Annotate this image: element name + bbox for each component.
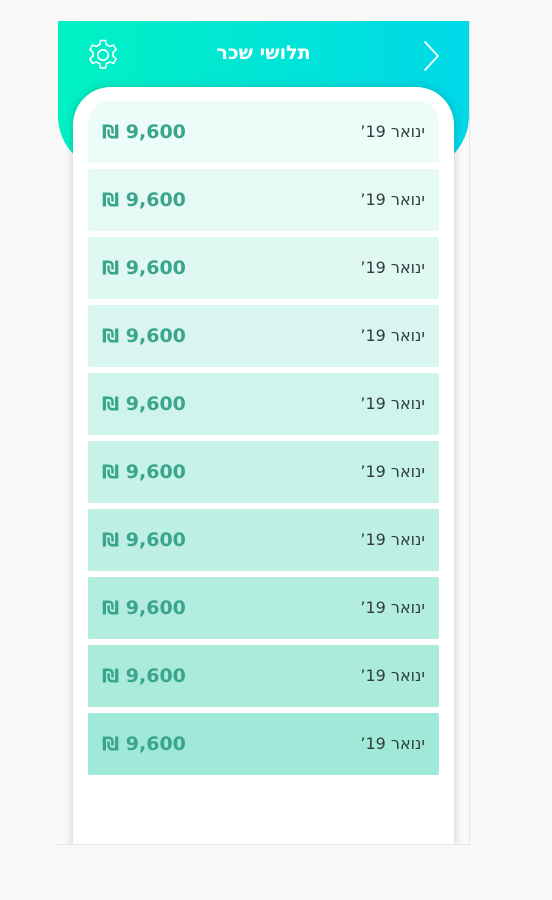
payslip-row[interactable]: ינואר 19’ ₪ 9,600 <box>88 101 439 163</box>
payslip-month: ינואר 19’ <box>360 394 425 413</box>
payslip-month: ינואר 19’ <box>360 666 425 685</box>
payslip-row[interactable]: ינואר 19’ ₪ 9,600 <box>88 169 439 231</box>
page-title: תלושי שכר <box>216 42 311 64</box>
payslip-row[interactable]: ינואר 19’ ₪ 9,600 <box>88 441 439 503</box>
payslip-amount: ₪ 9,600 <box>102 529 186 551</box>
payslip-amount: ₪ 9,600 <box>102 597 186 619</box>
payslip-row[interactable]: ינואר 19’ ₪ 9,600 <box>88 305 439 367</box>
payslip-month: ינואר 19’ <box>360 190 425 209</box>
payslip-month: ינואר 19’ <box>360 122 425 141</box>
app-screen: תלושי שכר ינואר 19’ ₪ 9,600 ינואר 19’ ₪ 9,6… <box>58 21 470 845</box>
payslip-amount: ₪ 9,600 <box>102 189 186 211</box>
payslip-row[interactable]: ינואר 19’ ₪ 9,600 <box>88 509 439 571</box>
payslip-amount: ₪ 9,600 <box>102 665 186 687</box>
payslip-amount: ₪ 9,600 <box>102 121 186 143</box>
payslip-month: ינואר 19’ <box>360 462 425 481</box>
payslip-amount: ₪ 9,600 <box>102 325 186 347</box>
payslip-amount: ₪ 9,600 <box>102 393 186 415</box>
payslip-list: ינואר 19’ ₪ 9,600 ינואר 19’ ₪ 9,600 ינואר 19… <box>88 101 439 781</box>
payslip-month: ינואר 19’ <box>360 530 425 549</box>
payslips-card: ינואר 19’ ₪ 9,600 ינואר 19’ ₪ 9,600 ינואר 19… <box>73 87 454 844</box>
payslip-month: ינואר 19’ <box>360 326 425 345</box>
payslip-row[interactable]: ינואר 19’ ₪ 9,600 <box>88 713 439 775</box>
payslip-month: ינואר 19’ <box>360 598 425 617</box>
payslip-amount: ₪ 9,600 <box>102 257 186 279</box>
back-button[interactable] <box>418 39 444 73</box>
payslip-row[interactable]: ינואר 19’ ₪ 9,600 <box>88 237 439 299</box>
payslip-month: ינואר 19’ <box>360 258 425 277</box>
payslip-month: ינואר 19’ <box>360 734 425 753</box>
payslip-amount: ₪ 9,600 <box>102 461 186 483</box>
payslip-row[interactable]: ינואר 19’ ₪ 9,600 <box>88 577 439 639</box>
chevron-right-icon <box>424 41 439 71</box>
payslip-row[interactable]: ינואר 19’ ₪ 9,600 <box>88 645 439 707</box>
payslip-row[interactable]: ינואר 19’ ₪ 9,600 <box>88 373 439 435</box>
payslip-amount: ₪ 9,600 <box>102 733 186 755</box>
